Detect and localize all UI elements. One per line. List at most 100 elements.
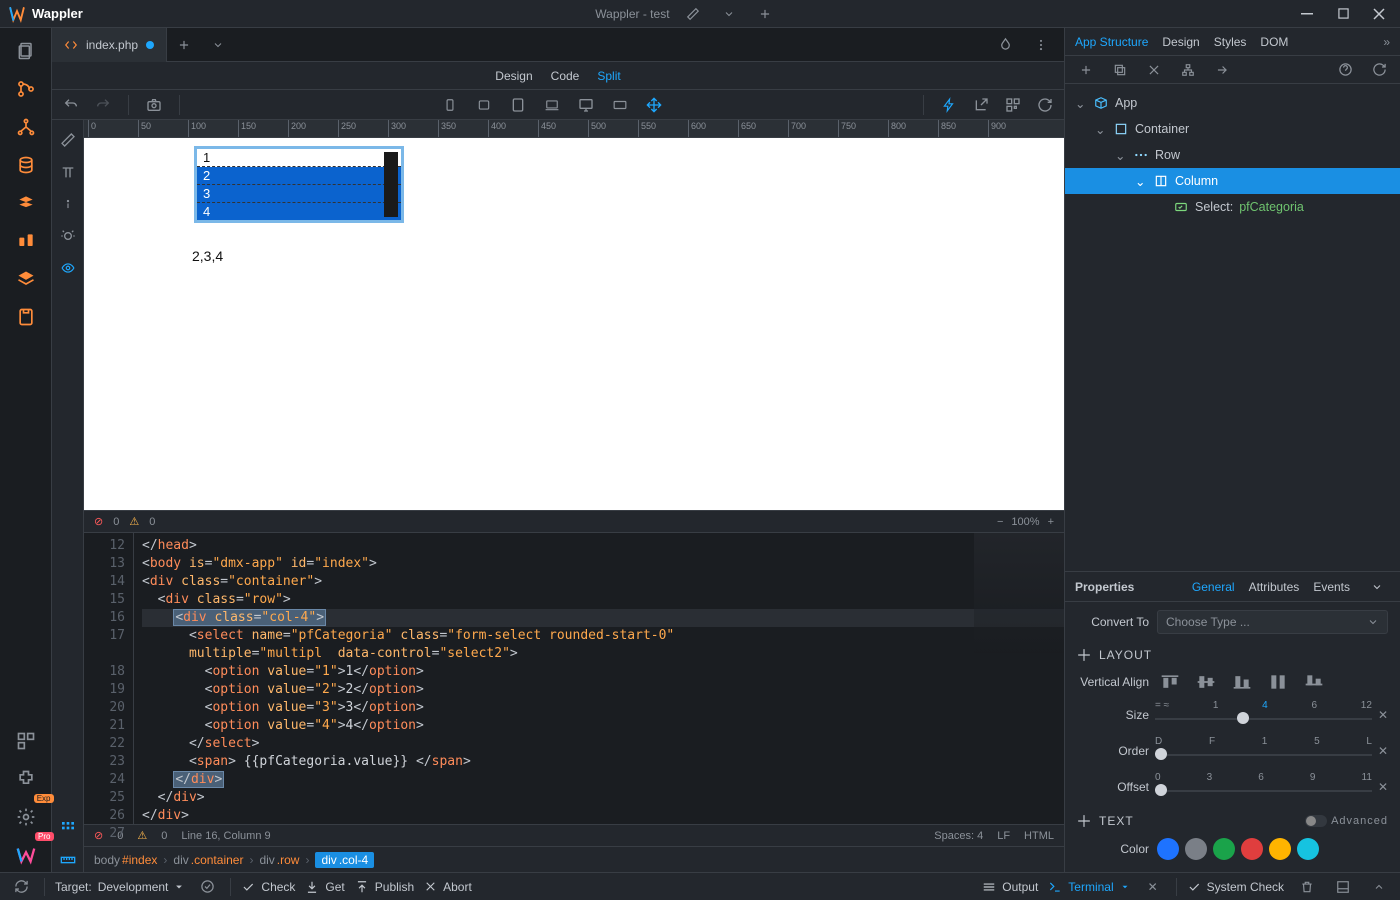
layers-icon[interactable] bbox=[8, 262, 44, 296]
eye-tool-icon[interactable] bbox=[56, 256, 80, 280]
scrollbar[interactable] bbox=[384, 152, 398, 217]
view-code[interactable]: Code bbox=[551, 69, 580, 83]
tab-design[interactable]: Design bbox=[1162, 35, 1199, 49]
code-content[interactable]: </head><body is="dmx-app" id="index"><di… bbox=[134, 533, 1064, 824]
close-terminal-icon[interactable]: ✕ bbox=[1140, 875, 1166, 899]
settings-icon[interactable] bbox=[8, 800, 44, 834]
code-line[interactable]: </div> bbox=[142, 789, 1064, 807]
select-element[interactable]: 1 2 3 4 bbox=[194, 146, 404, 223]
open-browser-icon[interactable] bbox=[968, 93, 994, 117]
language-mode[interactable]: HTML bbox=[1024, 830, 1054, 842]
files-icon[interactable] bbox=[8, 34, 44, 68]
indent-setting[interactable]: Spaces: 4 bbox=[934, 830, 983, 842]
publish-button[interactable]: Publish bbox=[355, 880, 414, 894]
view-design[interactable]: Design bbox=[495, 69, 532, 83]
convert-select[interactable]: Choose Type ... bbox=[1157, 610, 1388, 634]
color-swatch[interactable] bbox=[1213, 838, 1235, 860]
text-tool-icon[interactable] bbox=[56, 160, 80, 184]
check-button[interactable]: Check bbox=[241, 880, 295, 894]
undo-icon[interactable] bbox=[58, 93, 84, 117]
offset-slider[interactable]: 0 3 6 9 11 bbox=[1155, 774, 1372, 800]
new-tab-button[interactable] bbox=[167, 38, 201, 52]
sitemap-icon[interactable] bbox=[8, 110, 44, 144]
device-laptop-icon[interactable] bbox=[539, 93, 565, 117]
valign-bottom-icon[interactable] bbox=[1229, 672, 1255, 692]
code-line[interactable]: <div class="row"> bbox=[142, 591, 1064, 609]
code-line[interactable]: <div class="col-4"> bbox=[142, 609, 1064, 627]
code-line[interactable]: <option value="2">2</option> bbox=[142, 681, 1064, 699]
cursor-position[interactable]: Line 16, Column 9 bbox=[181, 830, 270, 842]
breadcrumb-segment[interactable]: body#index bbox=[94, 853, 157, 867]
more-icon[interactable] bbox=[1028, 33, 1054, 57]
assets-icon[interactable] bbox=[8, 300, 44, 334]
tabs-dropdown[interactable] bbox=[201, 39, 235, 51]
props-overflow-icon[interactable] bbox=[1364, 575, 1390, 599]
extensions-icon[interactable] bbox=[8, 724, 44, 758]
tab-attributes[interactable]: Attributes bbox=[1249, 580, 1300, 594]
color-swatch[interactable] bbox=[1269, 838, 1291, 860]
select-option[interactable]: 2 bbox=[197, 167, 401, 185]
code-line[interactable]: <option value="1">1</option> bbox=[142, 663, 1064, 681]
code-line[interactable]: <div class="container"> bbox=[142, 573, 1064, 591]
grid-tool-icon[interactable] bbox=[56, 816, 80, 840]
advanced-toggle[interactable]: Advanced bbox=[1305, 815, 1388, 827]
bug-tool-icon[interactable] bbox=[56, 224, 80, 248]
terminal-toggle[interactable]: Terminal bbox=[1048, 880, 1129, 894]
help-icon[interactable] bbox=[1332, 58, 1358, 82]
info-tool-icon[interactable] bbox=[56, 192, 80, 216]
abort-button[interactable]: Abort bbox=[424, 880, 472, 894]
zoom-out-icon[interactable]: − bbox=[997, 516, 1003, 528]
valign-baseline-icon[interactable] bbox=[1301, 672, 1327, 692]
edit-title-icon[interactable] bbox=[680, 2, 706, 26]
git-icon[interactable] bbox=[8, 72, 44, 106]
code-line[interactable]: <option value="4">4</option> bbox=[142, 717, 1064, 735]
collapse-icon[interactable] bbox=[1366, 875, 1392, 899]
tabs-overflow-icon[interactable]: » bbox=[1383, 35, 1390, 49]
zoom-level[interactable]: 100% bbox=[1011, 516, 1039, 528]
refresh-icon[interactable] bbox=[1032, 93, 1058, 117]
code-line[interactable]: </div> bbox=[142, 771, 1064, 789]
clear-offset-icon[interactable]: ✕ bbox=[1378, 780, 1388, 794]
edit-tool-icon[interactable] bbox=[56, 128, 80, 152]
breadcrumb-segment[interactable]: div.container bbox=[173, 853, 243, 867]
size-slider[interactable]: = ≈ 1 4 6 12 bbox=[1155, 702, 1372, 728]
valign-middle-icon[interactable] bbox=[1193, 672, 1219, 692]
panel-down-icon[interactable] bbox=[1330, 875, 1356, 899]
select-option[interactable]: 3 bbox=[197, 185, 401, 203]
device-mobile-icon[interactable] bbox=[437, 93, 463, 117]
minimap[interactable] bbox=[974, 533, 1064, 653]
target-selector[interactable]: Target: Development bbox=[55, 880, 184, 894]
dropdown-icon[interactable] bbox=[716, 2, 742, 26]
theme-icon[interactable] bbox=[8, 224, 44, 258]
eol-setting[interactable]: LF bbox=[997, 830, 1010, 842]
device-tablet-portrait-icon[interactable] bbox=[471, 93, 497, 117]
file-tab[interactable]: index.php bbox=[52, 28, 167, 62]
code-line[interactable]: </head> bbox=[142, 537, 1064, 555]
breadcrumb-segment[interactable]: div.col-4 bbox=[315, 852, 374, 868]
window-close[interactable] bbox=[1362, 0, 1396, 28]
select-option[interactable]: 4 bbox=[197, 203, 401, 220]
move-icon[interactable] bbox=[641, 93, 667, 117]
get-button[interactable]: Get bbox=[305, 880, 344, 894]
device-tablet-icon[interactable] bbox=[505, 93, 531, 117]
tree-row-container[interactable]: ⌄Container bbox=[1065, 116, 1400, 142]
tab-app-structure[interactable]: App Structure bbox=[1075, 35, 1148, 49]
window-minimize[interactable] bbox=[1290, 0, 1324, 28]
color-swatch[interactable] bbox=[1185, 838, 1207, 860]
screenshot-icon[interactable] bbox=[141, 93, 167, 117]
design-canvas[interactable]: 1 2 3 4 2,3,4 bbox=[84, 138, 1064, 510]
structure-icon[interactable] bbox=[1175, 58, 1201, 82]
system-check-button[interactable]: System Check bbox=[1187, 880, 1284, 894]
clear-order-icon[interactable]: ✕ bbox=[1378, 744, 1388, 758]
order-slider[interactable]: D F 1 5 L bbox=[1155, 738, 1372, 764]
code-line[interactable]: <body is="dmx-app" id="index"> bbox=[142, 555, 1064, 573]
move-handle-icon[interactable] bbox=[1077, 648, 1091, 662]
sync-icon[interactable] bbox=[8, 875, 34, 899]
code-line[interactable]: </div> bbox=[142, 807, 1064, 824]
color-swatch[interactable] bbox=[1297, 838, 1319, 860]
valign-top-icon[interactable] bbox=[1157, 672, 1183, 692]
refresh-structure-icon[interactable] bbox=[1366, 58, 1392, 82]
trash-icon[interactable] bbox=[1294, 875, 1320, 899]
add-project-icon[interactable] bbox=[752, 2, 778, 26]
database-icon[interactable] bbox=[8, 148, 44, 182]
